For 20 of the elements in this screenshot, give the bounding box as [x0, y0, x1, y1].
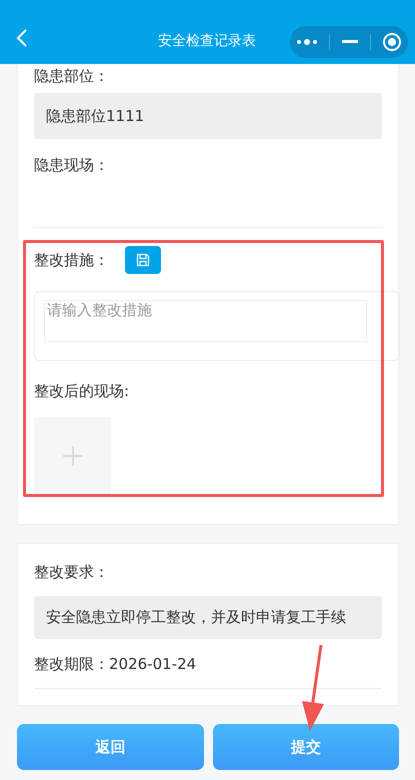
field-label: 隐患现场： [34, 155, 110, 175]
close-icon[interactable] [382, 32, 402, 52]
plus-icon [62, 446, 82, 466]
field-label: 隐患部位： [34, 66, 110, 86]
more-icon[interactable] [296, 38, 318, 46]
upload-tile[interactable] [34, 417, 111, 494]
field-label: 整改后的现场: [34, 381, 130, 401]
save-button[interactable] [125, 246, 161, 274]
save-icon [136, 253, 150, 267]
requirement-value: 安全隐患立即停工整改，并及时申请复工手续 [34, 596, 382, 639]
field-label: 整改措施： [34, 250, 109, 270]
back-icon[interactable] [16, 28, 28, 48]
minimize-icon[interactable] [342, 40, 358, 44]
back-button[interactable]: 返回 [17, 724, 204, 770]
window-title: 安全检查记录表 [157, 32, 257, 50]
deadline-text: 整改期限：2026-01-24 [34, 655, 198, 674]
submit-button[interactable]: 提交 [212, 724, 399, 770]
field-label: 整改要求： [34, 562, 110, 582]
location-value: 隐患部位1111 [34, 93, 382, 139]
measures-input[interactable]: 请输入整改措施 [44, 300, 367, 342]
